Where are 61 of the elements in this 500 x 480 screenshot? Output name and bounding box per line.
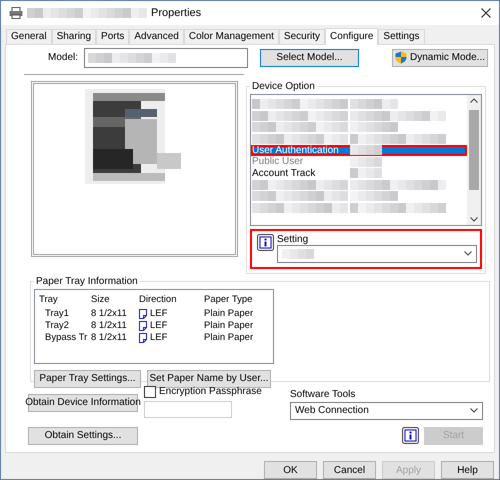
caret-icon <box>464 251 472 256</box>
table-cell: LEF <box>150 308 168 320</box>
obtain-settings-button[interactable]: Obtain Settings... <box>28 426 138 445</box>
dialog-button[interactable]: Cancel <box>323 461 376 479</box>
table-cell-text: Tray1 <box>44 308 70 320</box>
close-icon[interactable] <box>481 8 491 18</box>
dialog-button[interactable]: Help <box>441 461 494 479</box>
table-cell-text: 8 1/2x11 <box>91 320 128 332</box>
table-cell-text: Tray2 <box>44 320 70 332</box>
page-icon <box>139 308 147 319</box>
tab[interactable]: Configure <box>325 28 378 45</box>
group-title: Paper Tray Information <box>35 276 139 287</box>
software-tools-dropdown[interactable]: Web Connection <box>290 402 483 420</box>
model-field[interactable] <box>84 48 248 68</box>
tab[interactable]: Advanced <box>129 28 184 44</box>
table-cell-text: 8 1/2x11 <box>91 332 128 344</box>
table-cell-text: Bypass Tr <box>44 332 88 344</box>
info-icon[interactable] <box>257 234 274 251</box>
table-cell-text: Plain Paper <box>204 320 254 332</box>
table-cell-text: Plain Paper <box>204 308 254 320</box>
page-icon <box>139 320 147 331</box>
blurred-text-drawing <box>350 156 382 167</box>
tab[interactable]: Security <box>278 28 326 44</box>
caret-icon <box>470 216 478 222</box>
obtain-device-button[interactable]: Obtain Device Information <box>28 394 138 412</box>
info-icon[interactable] <box>402 427 419 444</box>
table-cell: LEF <box>150 320 168 332</box>
software-tools-label: Software Tools <box>290 388 356 400</box>
list-item[interactable]: Account Track <box>251 168 467 180</box>
dialog-button[interactable]: OK <box>264 461 317 479</box>
tray-button[interactable]: Set Paper Name by User... <box>147 370 271 388</box>
tab[interactable]: Sharing <box>52 28 96 44</box>
column-header: Paper Type <box>204 294 254 306</box>
caret-icon <box>470 408 478 414</box>
passphrase-field[interactable] <box>144 400 232 418</box>
setting-label: Setting <box>277 234 310 245</box>
shield-icon <box>394 51 407 64</box>
table-cell: LEF <box>150 332 168 344</box>
table-cell-text: 8 1/2x11 <box>91 308 128 320</box>
tray-button[interactable]: Paper Tray Settings... <box>34 370 141 388</box>
setting-dropdown[interactable] <box>277 244 477 263</box>
printer-icon <box>9 6 23 19</box>
checkbox-label: Encryption Passphrase <box>159 386 262 398</box>
checkbox[interactable] <box>144 386 156 398</box>
column-header: Direction <box>139 294 178 306</box>
blurred-text-drawing <box>282 248 314 259</box>
tab[interactable]: Ports <box>96 28 130 44</box>
column-header: Tray <box>39 294 59 306</box>
tab[interactable]: Color Management <box>184 28 279 44</box>
caret-icon <box>470 98 478 103</box>
dynamic-mode-button[interactable]: Dynamic Mode... <box>392 48 488 67</box>
scroll-bar[interactable] <box>467 94 481 225</box>
model-label: Model: <box>48 52 78 64</box>
tab[interactable]: Settings <box>378 28 425 44</box>
select-model-button[interactable]: Select Model... <box>260 48 359 67</box>
table-cell-text: Plain Paper <box>204 332 254 344</box>
page-icon <box>139 332 147 343</box>
group-title: Device Option <box>251 80 316 92</box>
window-title: Properties <box>151 6 202 19</box>
tab[interactable]: General <box>6 28 52 44</box>
column-header: Size <box>91 294 110 306</box>
